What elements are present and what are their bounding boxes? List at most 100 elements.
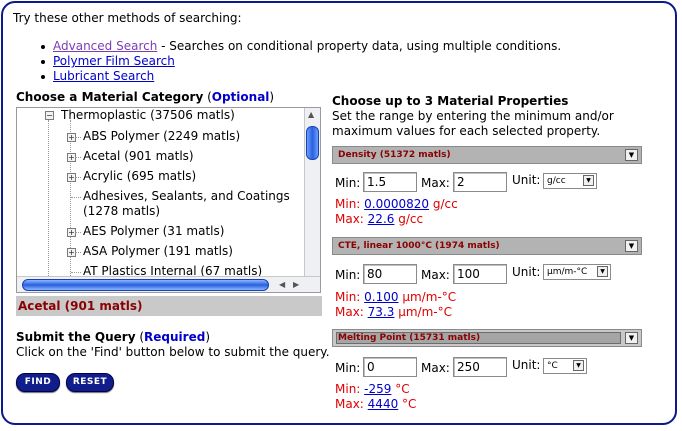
method-polymer: Polymer Film Search: [53, 54, 175, 68]
density-max-link[interactable]: 22.6: [368, 212, 395, 226]
max-prefix: Max:: [335, 212, 368, 226]
min-label: Min:: [335, 176, 361, 190]
collapse-icon[interactable]: −: [45, 111, 54, 120]
melting-min-link[interactable]: -259: [364, 382, 391, 396]
scroll-left-icon[interactable]: ◀: [279, 280, 285, 289]
min-prefix: Min:: [335, 382, 365, 396]
unit-text: µm/m-°C: [394, 305, 452, 319]
property-select-melting-point[interactable]: Melting Point (15731 matls) ▼: [332, 329, 642, 347]
tree-line: [75, 177, 81, 178]
tree-item-acetal[interactable]: Acetal (901 matls): [83, 149, 194, 163]
optional-tag: Optional: [211, 90, 270, 104]
unit-text: µm/m-°C: [398, 290, 457, 304]
melting-max-range: Max: 4440 °C: [335, 397, 416, 411]
selected-category: Acetal (901 matls): [16, 296, 322, 316]
polymer-film-search-link[interactable]: Polymer Film Search: [53, 54, 175, 68]
tree-line: [75, 137, 81, 138]
scroll-right-icon[interactable]: ▶: [293, 280, 299, 289]
min-prefix: Min:: [335, 197, 365, 211]
chevron-down-icon[interactable]: ▼: [625, 149, 638, 161]
cte-max-range: Max: 73.3 µm/m-°C: [335, 305, 452, 319]
property-select-density[interactable]: Density (51372 matls) ▼: [332, 146, 642, 164]
chevron-down-icon[interactable]: ▼: [583, 175, 594, 186]
tree-item-acrylic[interactable]: Acrylic (695 matls): [83, 169, 196, 183]
cte-min-link[interactable]: 0.100: [364, 290, 398, 304]
tree-root-thermoplastic[interactable]: Thermoplastic (37506 matls): [61, 108, 235, 122]
method-advanced: Advanced Search - Searches on conditiona…: [53, 39, 561, 53]
unit-text: g/cc: [394, 212, 424, 226]
chevron-down-icon[interactable]: ▼: [573, 360, 584, 371]
min-prefix: Min:: [335, 290, 365, 304]
lubricant-search-link[interactable]: Lubricant Search: [53, 69, 154, 83]
density-min-range: Min: 0.0000820 g/cc: [335, 197, 458, 211]
chevron-down-icon[interactable]: ▼: [597, 266, 608, 277]
melting-max-link[interactable]: 4440: [368, 397, 399, 411]
tree-item-abs[interactable]: ABS Polymer (2249 matls): [83, 129, 240, 143]
unit-value: °C: [547, 361, 558, 371]
properties-desc-1: Set the range by entering the minimum an…: [332, 109, 614, 123]
density-min-link[interactable]: 0.0000820: [364, 197, 429, 211]
find-button[interactable]: FIND: [16, 373, 60, 392]
max-prefix: Max:: [335, 305, 368, 319]
unit-text: g/cc: [429, 197, 458, 211]
max-label: Max:: [421, 361, 450, 375]
submit-heading-text: Submit the Query: [16, 330, 136, 344]
submit-instruction: Click on the 'Find' button below to subm…: [16, 345, 330, 359]
unit-label: Unit:: [512, 265, 541, 279]
max-prefix: Max:: [335, 397, 368, 411]
property-name: Melting Point (15731 matls): [338, 333, 481, 343]
vertical-scroll-thumb[interactable]: [306, 126, 319, 160]
tree-line: [75, 232, 81, 233]
tree-line: [48, 120, 49, 278]
scroll-up-icon[interactable]: ▲: [308, 110, 314, 119]
tree-item-adhesives-count[interactable]: (1278 matls): [83, 204, 160, 218]
tree-vertical-scrollbar[interactable]: ▲: [304, 108, 320, 278]
required-tag: Required: [144, 330, 206, 344]
density-min-input[interactable]: 1.5: [363, 172, 417, 192]
cte-max-input[interactable]: 100: [453, 264, 507, 284]
property-name: CTE, linear 1000°C (1974 matls): [338, 241, 500, 251]
melting-max-input[interactable]: 250: [453, 357, 507, 377]
tree-line: [71, 272, 81, 273]
tree-horizontal-scrollbar[interactable]: ◀ ▶: [17, 276, 320, 292]
unit-value: g/cc: [547, 176, 566, 186]
cte-unit-select[interactable]: µm/m-°C ▼: [543, 264, 611, 280]
tree-line: [75, 252, 81, 253]
property-name: Density (51372 matls): [338, 150, 451, 160]
chevron-down-icon[interactable]: ▼: [625, 240, 638, 252]
tree-line: [75, 157, 81, 158]
cte-min-input[interactable]: 80: [363, 264, 417, 284]
density-max-input[interactable]: 2: [453, 172, 507, 192]
category-heading-text: Choose a Material Category: [16, 90, 204, 104]
cte-max-link[interactable]: 73.3: [368, 305, 395, 319]
bullet: [41, 75, 45, 79]
property-select-cte[interactable]: CTE, linear 1000°C (1974 matls) ▼: [332, 237, 642, 255]
tree-item-asa[interactable]: ASA Polymer (191 matls): [83, 244, 233, 258]
unit-value: µm/m-°C: [547, 267, 588, 277]
chevron-down-icon[interactable]: ▼: [625, 332, 638, 344]
min-label: Min:: [335, 268, 361, 282]
max-label: Max:: [421, 176, 450, 190]
density-unit-select[interactable]: g/cc ▼: [543, 173, 597, 189]
reset-button[interactable]: RESET: [66, 373, 114, 392]
tree-line: [71, 197, 81, 198]
category-tree[interactable]: − Thermoplastic (37506 matls) + ABS Poly…: [16, 107, 321, 293]
properties-heading: Choose up to 3 Material Properties: [332, 94, 569, 108]
max-label: Max:: [421, 268, 450, 282]
properties-desc-2: maximum values for each selected propert…: [332, 124, 601, 138]
melting-min-range: Min: -259 °C: [335, 382, 410, 396]
melting-min-input[interactable]: 0: [363, 357, 417, 377]
density-max-range: Max: 22.6 g/cc: [335, 212, 423, 226]
bullet: [41, 45, 45, 49]
tree-item-adhesives[interactable]: Adhesives, Sealants, and Coatings: [83, 189, 290, 203]
tree-item-aes[interactable]: AES Polymer (31 matls): [83, 224, 224, 238]
unit-label: Unit:: [512, 358, 541, 372]
melting-unit-select[interactable]: °C ▼: [543, 358, 587, 374]
advanced-search-desc: - Searches on conditional property data,…: [157, 39, 562, 53]
submit-heading: Submit the Query (Required): [16, 330, 210, 344]
bullet: [41, 60, 45, 64]
category-heading: Choose a Material Category (Optional): [16, 90, 275, 104]
horizontal-scroll-thumb[interactable]: [22, 279, 269, 291]
advanced-search-link[interactable]: Advanced Search: [53, 39, 157, 53]
unit-text: °C: [398, 397, 417, 411]
